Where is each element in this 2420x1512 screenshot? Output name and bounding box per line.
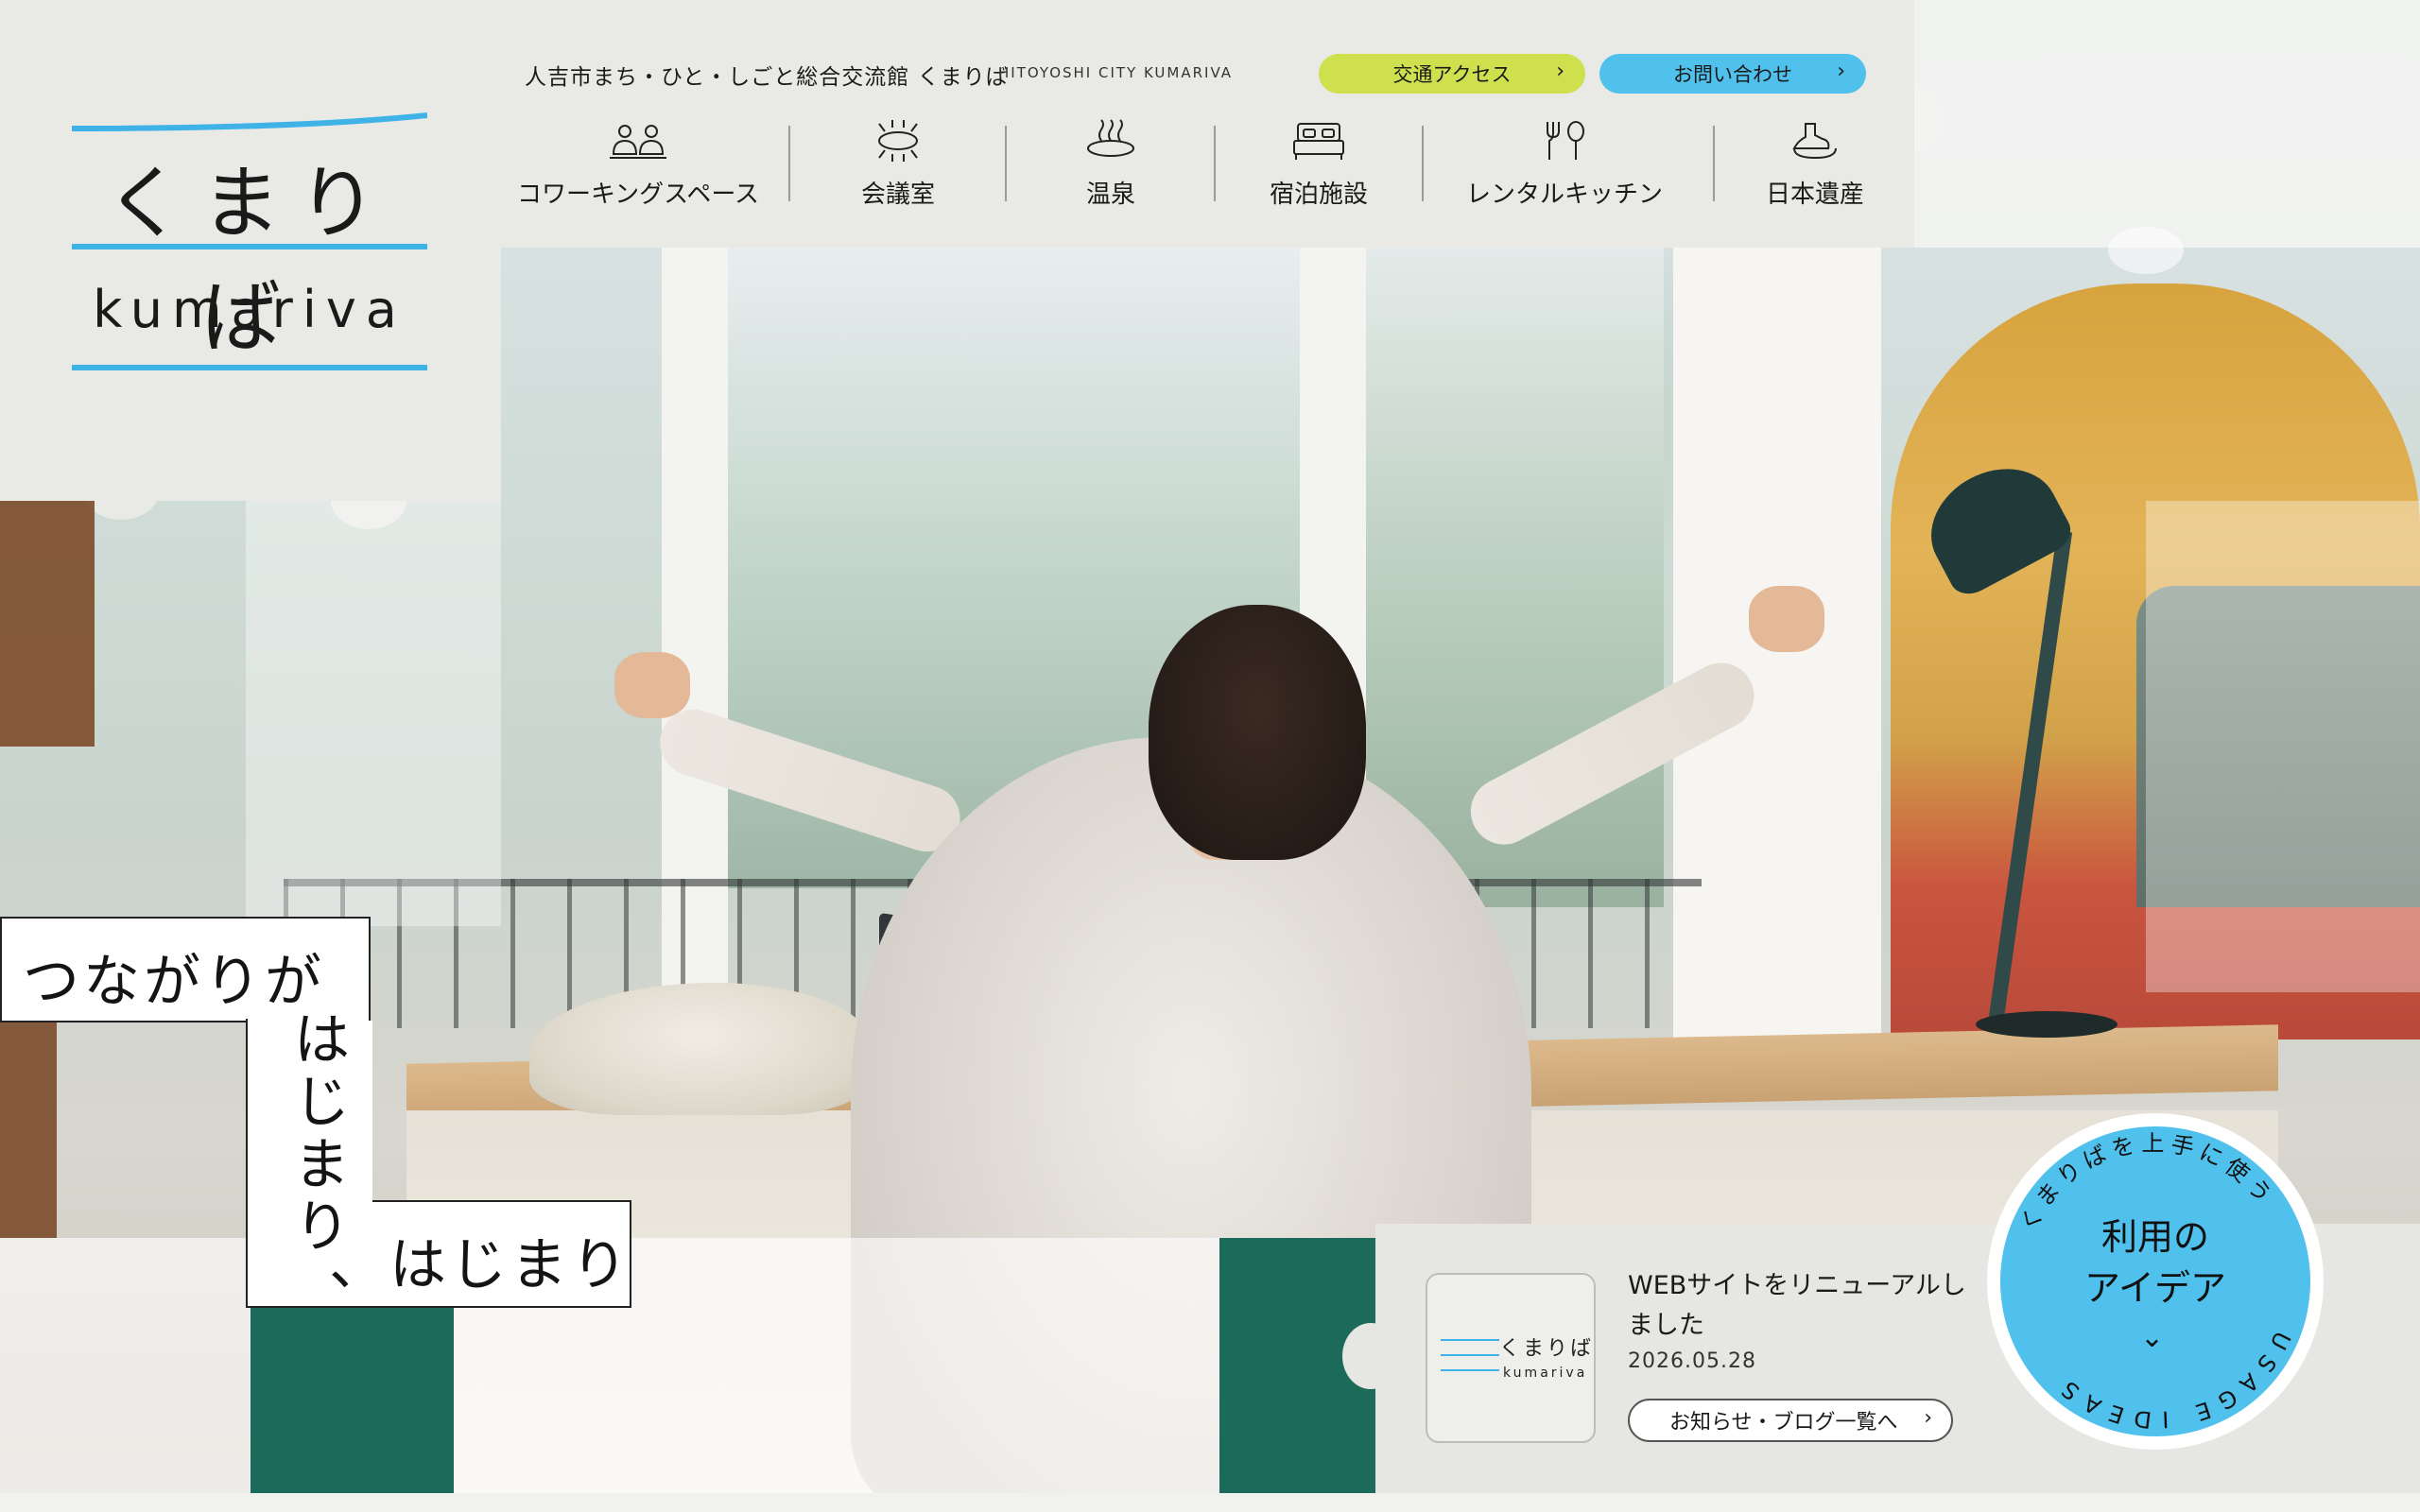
bottom-strip <box>0 1493 2420 1512</box>
person-hair <box>1149 605 1366 860</box>
lamp-base <box>1976 1011 2118 1038</box>
chevron-right-icon: › <box>1556 60 1564 83</box>
news-title[interactable]: WEBサイトをリニューアルしました <box>1628 1266 1968 1346</box>
meeting-table-icon <box>878 120 918 162</box>
nav-item-coworking[interactable]: コワーキングスペース <box>515 118 761 213</box>
logo-text-en: kumariva <box>93 280 406 339</box>
nav-divider <box>1422 126 1424 201</box>
svg-text:USAGE IDEAS: USAGE IDEAS <box>2049 1327 2296 1433</box>
puzzle-piece <box>246 501 501 926</box>
chevron-right-icon: › <box>1924 1406 1932 1430</box>
kitchen-utensils-icon <box>1547 121 1584 160</box>
access-button-label: 交通アクセス <box>1392 63 1512 86</box>
news-list-button[interactable]: お知らせ・ブログ一覧へ › <box>1628 1399 1953 1442</box>
catchcopy-line-1: つながりが <box>23 949 325 1015</box>
thumb-rule <box>1441 1369 1499 1371</box>
puzzle-piece <box>0 1238 1375 1493</box>
heritage-icon <box>1792 123 1837 160</box>
badge-ring-en: USAGE IDEAS <box>2049 1327 2287 1433</box>
nav-label: 日本遺産 <box>1765 180 1864 209</box>
nav-item-lodging[interactable]: 宿泊施設 <box>1243 118 1394 213</box>
puzzle-piece-wood <box>0 501 95 747</box>
nav-divider <box>1214 126 1216 201</box>
page: くまりば kumariva 人吉市まち・ひと・しごと総合交流館 くまりば HIT… <box>0 0 2420 1512</box>
news-list-button-label: お知らせ・ブログ一覧へ <box>1669 1411 1898 1435</box>
catchcopy-line-3: 、はじまり <box>329 1232 631 1298</box>
people-icon <box>610 125 666 159</box>
nav-item-meeting-room[interactable]: 会議室 <box>822 118 974 213</box>
chevron-right-icon: › <box>1837 60 1845 83</box>
bed-icon <box>1293 123 1344 160</box>
wall <box>1673 236 1881 1068</box>
nav-label: コワーキングスペース <box>516 180 760 209</box>
thumb-logo-en: kumariva <box>1503 1366 1588 1381</box>
nav-label: 温泉 <box>1085 180 1135 209</box>
thumb-rule <box>1441 1339 1499 1341</box>
chevron-down-icon: ⌄ <box>2140 1321 2165 1354</box>
news-date: 2026.05.28 <box>1628 1349 1756 1373</box>
contact-button[interactable]: お問い合わせ › <box>1599 54 1866 94</box>
nav-label: 会議室 <box>860 180 935 209</box>
access-button[interactable]: 交通アクセス › <box>1319 54 1585 94</box>
puzzle-piece <box>2146 501 2420 992</box>
contact-button-label: お問い合わせ <box>1673 63 1792 86</box>
right-hand <box>1749 586 1824 652</box>
site-logo[interactable]: くまりば kumariva <box>72 112 427 372</box>
nav-label: レンタルキッチン <box>1465 180 1663 209</box>
nav-item-hot-spring[interactable]: 温泉 <box>1035 118 1186 213</box>
nav-divider <box>1713 126 1715 201</box>
puzzle-knob <box>2108 227 2184 274</box>
logo-swoosh <box>72 112 427 131</box>
nav-divider <box>788 126 790 201</box>
puzzle-knob <box>1342 1323 1399 1389</box>
thumb-logo-jp: くまりば <box>1499 1337 1595 1361</box>
catchcopy-box-join <box>369 1021 372 1202</box>
news-thumbnail[interactable]: くまりば kumariva <box>1426 1273 1596 1443</box>
hot-spring-icon <box>1087 119 1134 157</box>
nav-label: 宿泊施設 <box>1269 180 1368 209</box>
facility-name: 人吉市まち・ひと・しごと総合交流館 くまりば <box>525 65 1009 90</box>
logo-rule <box>72 365 427 370</box>
badge-title-line-1: 利用の <box>2100 1216 2209 1258</box>
facility-name-en: HITOYOSHI CITY KUMARIVA <box>998 64 1234 81</box>
nav-item-japan-heritage[interactable]: 日本遺産 <box>1739 118 1891 213</box>
logo-rule <box>72 244 427 249</box>
badge-title: 利用の アイデア <box>2000 1211 2310 1314</box>
puzzle-piece <box>1914 0 2420 248</box>
nav-divider <box>1005 126 1007 201</box>
puzzle-piece-green <box>251 1295 454 1493</box>
thumb-rule <box>1441 1354 1499 1356</box>
puzzle-knob <box>83 463 159 520</box>
left-hand <box>614 652 690 718</box>
badge-title-line-2: アイデア <box>2083 1267 2227 1309</box>
nav-item-rental-kitchen[interactable]: レンタルキッチン <box>1461 118 1668 213</box>
